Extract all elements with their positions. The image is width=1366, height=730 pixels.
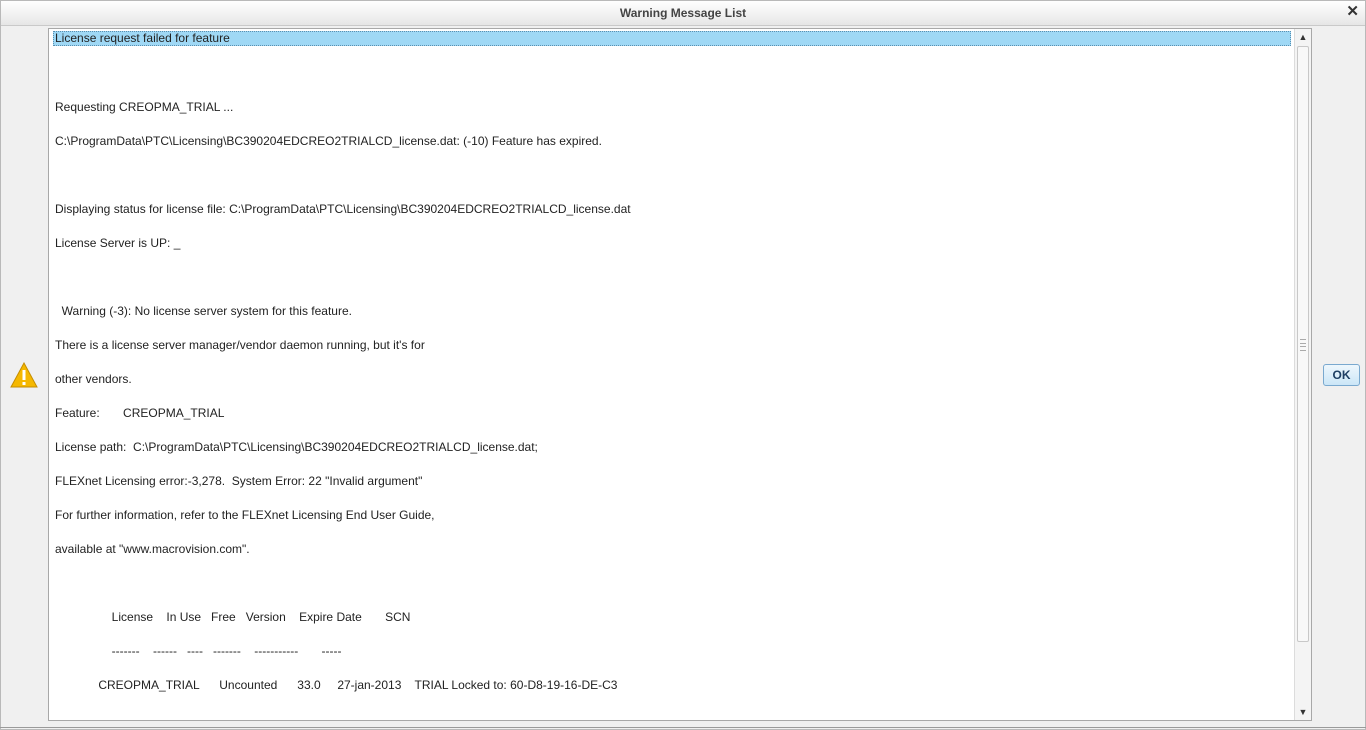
message-line: For further information, refer to the FL…	[55, 508, 435, 522]
scroll-up-icon[interactable]: ▲	[1295, 29, 1311, 45]
scroll-down-icon[interactable]: ▼	[1295, 704, 1311, 720]
message-line-selected[interactable]: License request failed for feature	[53, 31, 1291, 46]
close-icon[interactable]: ✕	[1346, 3, 1359, 21]
ok-button[interactable]: OK	[1323, 364, 1360, 386]
message-line: License Server is UP: _	[55, 236, 181, 250]
table-row-line: CREOPMA_TRIAL Uncounted 33.0 27-jan-2013…	[55, 678, 618, 692]
message-line: C:\ProgramData\PTC\Licensing\BC390204EDC…	[55, 134, 602, 148]
message-line: FLEXnet Licensing error:-3,278. System E…	[55, 474, 423, 488]
message-line: License path: C:\ProgramData\PTC\Licensi…	[55, 440, 538, 454]
scroll-thumb[interactable]	[1297, 46, 1309, 642]
warning-dialog: Warning Message List ✕ License request f…	[0, 0, 1366, 730]
message-line: available at "www.macrovision.com".	[55, 542, 250, 556]
message-list-panel[interactable]: License request failed for feature Reque…	[48, 28, 1312, 721]
grip-icon	[1300, 339, 1306, 351]
warning-triangle-icon	[10, 362, 38, 388]
message-line: Requesting CREOPMA_TRIAL ...	[55, 100, 234, 114]
table-separator-line: ------- ------ ---- ------- ----------- …	[55, 644, 342, 658]
message-line: Warning (-3): No license server system f…	[55, 304, 352, 318]
message-line: There is a license server manager/vendor…	[55, 338, 425, 352]
message-line: Displaying status for license file: C:\P…	[55, 202, 631, 216]
message-line: Feature: CREOPMA_TRIAL	[55, 406, 225, 420]
table-header-line: License In Use Free Version Expire Date …	[55, 610, 411, 624]
divider	[0, 727, 1366, 728]
message-text-area[interactable]: License request failed for feature Reque…	[49, 29, 1294, 720]
message-line: other vendors.	[55, 372, 132, 386]
title-bar[interactable]: Warning Message List ✕	[1, 1, 1365, 26]
vertical-scrollbar[interactable]: ▲ ▼	[1294, 29, 1311, 720]
window-title: Warning Message List	[619, 6, 747, 20]
